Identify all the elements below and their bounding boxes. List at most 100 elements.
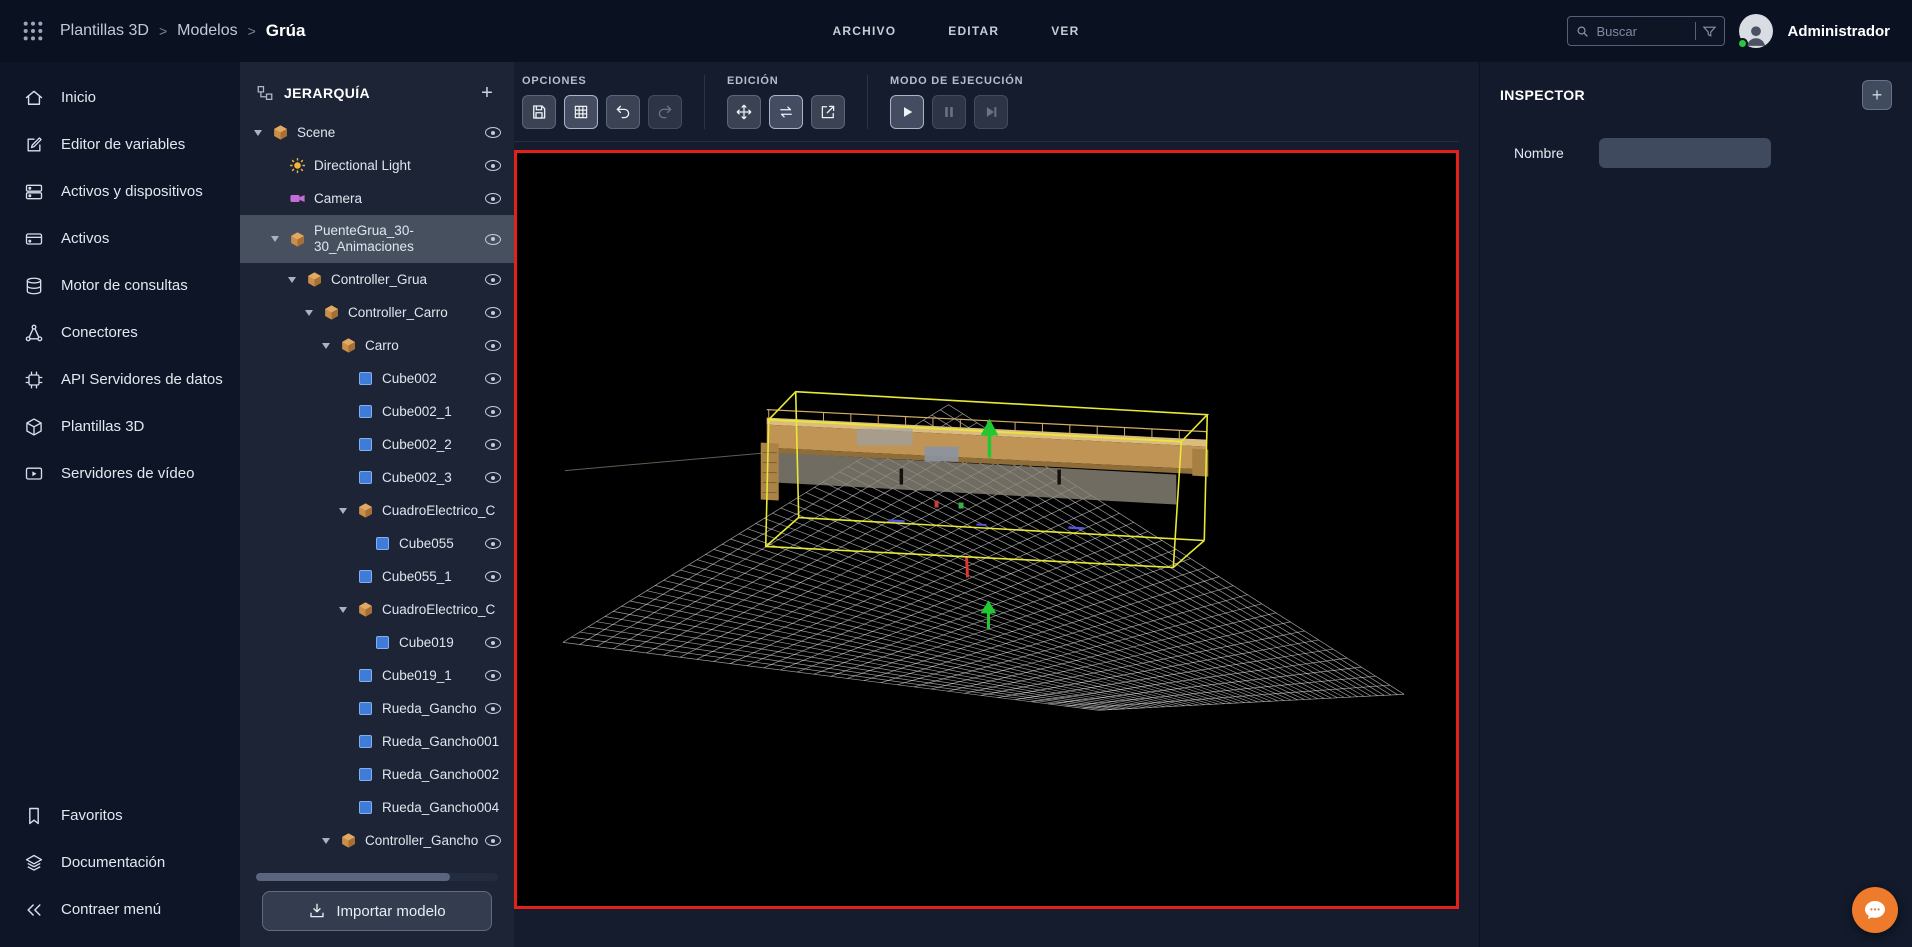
cube-icon <box>340 337 357 354</box>
eye-icon[interactable] <box>484 404 502 420</box>
eye-icon[interactable] <box>484 470 502 486</box>
eye-icon[interactable] <box>484 272 502 288</box>
play-icon <box>898 103 916 121</box>
horizontal-scrollbar[interactable] <box>256 873 498 881</box>
mesh-icon <box>359 471 372 484</box>
menu-ver[interactable]: VER <box>1051 24 1079 38</box>
collapse-icon <box>24 900 44 920</box>
eye-icon[interactable] <box>484 668 502 684</box>
cube-outline-icon <box>24 417 44 437</box>
play-button[interactable] <box>890 95 924 129</box>
eye-icon[interactable] <box>484 701 502 717</box>
sidebar-item-motor-de-consultas[interactable]: Motor de consultas <box>0 262 240 309</box>
eye-icon[interactable] <box>484 305 502 321</box>
scrollbar-thumb[interactable] <box>256 873 450 881</box>
eye-icon[interactable] <box>484 371 502 387</box>
toolbar-group-label: EDICIÓN <box>727 75 845 87</box>
caret-down-icon[interactable] <box>271 236 287 242</box>
apps-grid-icon[interactable] <box>22 20 44 42</box>
tree-node[interactable]: Controller_Gancho <box>240 824 514 857</box>
sidebar-item-inicio[interactable]: Inicio <box>0 74 240 121</box>
toolbar-group-opciones: OPCIONES <box>522 75 704 129</box>
sidebar-item-documentacion[interactable]: Documentación <box>0 839 240 886</box>
caret-down-icon[interactable] <box>339 508 355 514</box>
tree-node[interactable]: Carro <box>240 329 514 362</box>
sidebar-item-label: API Servidores de datos <box>61 371 223 388</box>
caret-down-icon[interactable] <box>339 607 355 613</box>
tree-node[interactable]: Cube002 <box>240 362 514 395</box>
tree-node[interactable]: Rueda_Gancho004 <box>240 791 514 824</box>
eye-icon[interactable] <box>484 191 502 207</box>
caret-down-icon[interactable] <box>254 130 270 136</box>
tree-node[interactable]: Cube019_1 <box>240 659 514 692</box>
caret-down-icon[interactable] <box>305 310 321 316</box>
eye-icon[interactable] <box>484 125 502 141</box>
tree-node[interactable]: Cube002_2 <box>240 428 514 461</box>
undo-button[interactable] <box>606 95 640 129</box>
eye-icon[interactable] <box>484 338 502 354</box>
export-button[interactable] <box>811 95 845 129</box>
viewport-3d[interactable] <box>514 150 1459 909</box>
chat-button[interactable] <box>1852 887 1898 933</box>
tree-node[interactable]: Rueda_Gancho <box>240 692 514 725</box>
mesh-icon <box>359 438 372 451</box>
video-icon <box>24 464 44 484</box>
tree-node[interactable]: Cube055 <box>240 527 514 560</box>
tree-node-selected[interactable]: PuenteGrua_30-30_Animaciones <box>240 215 514 263</box>
filter-funnel-icon[interactable] <box>1702 24 1717 39</box>
pause-button[interactable] <box>932 95 966 129</box>
eye-icon[interactable] <box>484 833 502 849</box>
eye-icon[interactable] <box>484 437 502 453</box>
add-component-button[interactable] <box>1862 80 1892 110</box>
tree-node[interactable]: Camera <box>240 182 514 215</box>
move-tool-button[interactable] <box>727 95 761 129</box>
tree-node[interactable]: Cube002_1 <box>240 395 514 428</box>
sidebar-item-conectores[interactable]: Conectores <box>0 309 240 356</box>
sidebar-item-editor-de-variables[interactable]: Editor de variables <box>0 121 240 168</box>
tree-node[interactable]: Controller_Grua <box>240 263 514 296</box>
tree-node[interactable]: Directional Light <box>240 149 514 182</box>
menu-editar[interactable]: EDITAR <box>948 24 999 38</box>
search-box[interactable] <box>1567 16 1725 46</box>
tree-node[interactable]: Cube002_3 <box>240 461 514 494</box>
search-input[interactable] <box>1596 24 1689 39</box>
eye-icon[interactable] <box>484 536 502 552</box>
sidebar-item-contraer-menu[interactable]: Contraer menú <box>0 886 240 933</box>
undo-icon <box>614 103 632 121</box>
sidebar-item-activos-y-dispositivos[interactable]: Activos y dispositivos <box>0 168 240 215</box>
eye-icon[interactable] <box>484 635 502 651</box>
sidebar-item-favoritos[interactable]: Favoritos <box>0 792 240 839</box>
tree-node[interactable]: Rueda_Gancho001 <box>240 725 514 758</box>
tree-node[interactable]: CuadroElectrico_C <box>240 494 514 527</box>
eye-icon[interactable] <box>484 158 502 174</box>
nombre-input[interactable] <box>1599 138 1771 168</box>
caret-down-icon[interactable] <box>322 838 338 844</box>
step-forward-button[interactable] <box>974 95 1008 129</box>
tree-node[interactable]: CuadroElectrico_C <box>240 593 514 626</box>
sidebar-item-servidores-de-video[interactable]: Servidores de vídeo <box>0 450 240 497</box>
tree-node[interactable]: Cube019 <box>240 626 514 659</box>
import-model-button[interactable]: Importar modelo <box>262 891 492 931</box>
grid-toggle-button[interactable] <box>564 95 598 129</box>
tree-node[interactable]: Cube055_1 <box>240 560 514 593</box>
rotate-tool-button[interactable] <box>769 95 803 129</box>
sidebar-item-api-servidores-de-datos[interactable]: API Servidores de datos <box>0 356 240 403</box>
search-divider <box>1695 22 1696 40</box>
redo-button[interactable] <box>648 95 682 129</box>
avatar[interactable] <box>1739 14 1773 48</box>
add-node-button[interactable] <box>476 83 498 103</box>
caret-down-icon[interactable] <box>288 277 304 283</box>
eye-icon[interactable] <box>484 569 502 585</box>
breadcrumb-plantillas-3d[interactable]: Plantillas 3D <box>60 22 149 40</box>
mesh-icon <box>359 669 372 682</box>
tree-node[interactable]: Scene <box>240 116 514 149</box>
menu-archivo[interactable]: ARCHIVO <box>832 24 896 38</box>
save-button[interactable] <box>522 95 556 129</box>
sidebar-item-plantillas-3d[interactable]: Plantillas 3D <box>0 403 240 450</box>
eye-icon[interactable] <box>484 231 502 247</box>
caret-down-icon[interactable] <box>322 343 338 349</box>
sidebar-item-activos[interactable]: Activos <box>0 215 240 262</box>
tree-node[interactable]: Controller_Carro <box>240 296 514 329</box>
breadcrumb-modelos[interactable]: Modelos <box>177 22 237 40</box>
tree-node[interactable]: Rueda_Gancho002 <box>240 758 514 791</box>
